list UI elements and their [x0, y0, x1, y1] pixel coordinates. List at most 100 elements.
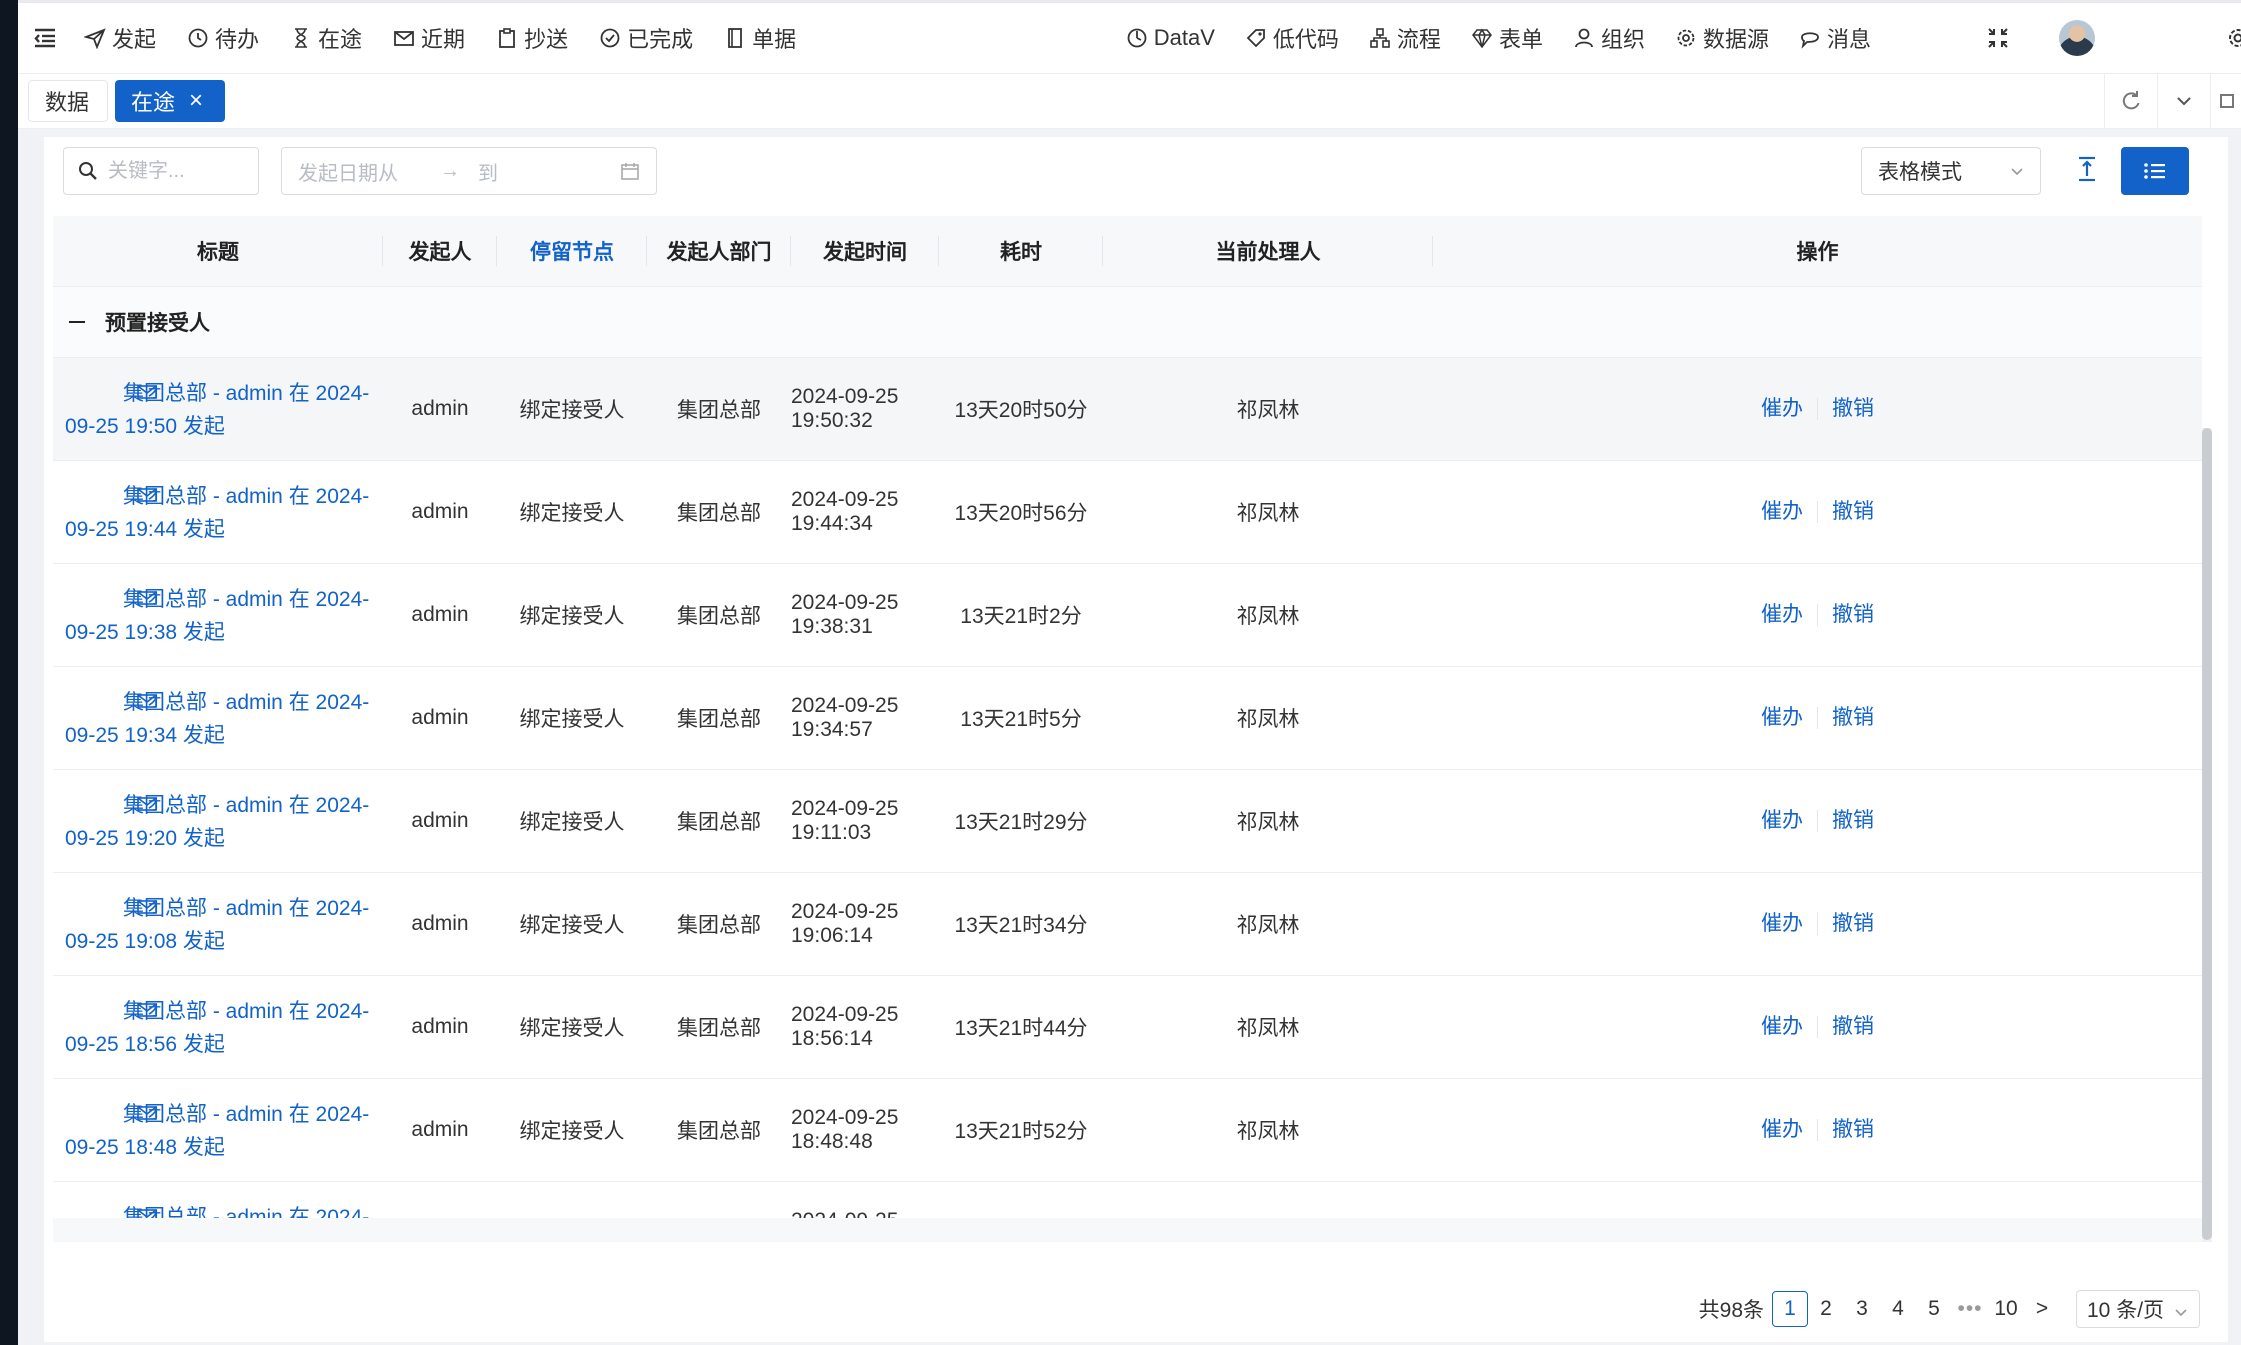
nav-item-dashboard[interactable]: DataV — [1126, 25, 1215, 51]
table-row[interactable]: 集团总部 - admin 在 2024-09-25 19:20 发起 admin 绑… — [53, 770, 2202, 873]
title-link[interactable]: 集团总部 - admin 在 2024-09-25 19:44 发起 — [65, 479, 371, 546]
nav-item-mail[interactable]: 近期 — [393, 22, 465, 54]
title-link[interactable]: 集团总部 - admin 在 2024-09-25 19:08 发起 — [65, 891, 371, 958]
view-mode-select[interactable]: 表格模式 — [1861, 147, 2041, 195]
nav-item-flow[interactable]: 流程 — [1369, 22, 1441, 54]
table-row[interactable]: 集团总部 - admin 在 2024-09-25 19:50 发起 admin 绑… — [53, 358, 2202, 461]
revoke-button[interactable]: 撤销 — [1818, 501, 1888, 523]
header-col-initiator[interactable]: 发起人 — [383, 216, 497, 286]
header-col-handler[interactable]: 当前处理人 — [1103, 216, 1433, 286]
tab-in-transit[interactable]: 在途 × — [115, 80, 225, 122]
page-button[interactable]: 2 — [1808, 1291, 1844, 1327]
refresh-icon[interactable] — [2104, 74, 2157, 128]
page-size-select[interactable]: 10 条/页 — [2076, 1290, 2200, 1328]
header-col-node[interactable]: 停留节点 — [497, 216, 647, 286]
table-row[interactable]: 集团总部 - admin 在 2024-09-25 18:56 发起 admin 绑… — [53, 976, 2202, 1079]
page-button[interactable]: 5 — [1916, 1291, 1952, 1327]
hourglass-icon — [290, 27, 318, 49]
revoke-button[interactable]: 撤销 — [1818, 707, 1888, 729]
nav-item-clock[interactable]: 待办 — [187, 22, 259, 54]
header-col-time[interactable]: 发起时间 — [791, 216, 939, 286]
title-link[interactable]: 集团总部 - admin 在 2024-09-25 19:34 发起 — [65, 685, 371, 752]
table-row[interactable]: 集团总部 - admin 在 2024-09-25 19:34 发起 admin 绑… — [53, 667, 2202, 770]
next-page-icon[interactable]: > — [2024, 1291, 2060, 1327]
cell-time: 2024-09-25 19:06:14 — [791, 900, 899, 947]
nav-item-user[interactable]: 组织 — [1573, 22, 1645, 54]
chevron-down-icon[interactable] — [2157, 74, 2210, 128]
settings-gear-icon[interactable] — [2225, 25, 2241, 51]
page-button[interactable]: 1 — [1772, 1291, 1808, 1327]
collapse-minus-icon[interactable] — [69, 321, 85, 323]
urge-button[interactable]: 催办 — [1747, 501, 1818, 523]
page-button[interactable]: 4 — [1880, 1291, 1916, 1327]
nav-item-gear[interactable]: 数据源 — [1675, 22, 1769, 54]
urge-button[interactable]: 催办 — [1747, 810, 1818, 832]
revoke-button[interactable]: 撤销 — [1818, 604, 1888, 626]
nav-item-label: 近期 — [421, 27, 466, 52]
page-size-value: 10 条/页 — [2087, 1299, 2165, 1322]
list-view-button[interactable] — [2121, 147, 2189, 195]
table-row[interactable]: 集团总部 - admin 在 2024-09-25 19:44 发起 admin 绑… — [53, 461, 2202, 564]
revoke-button[interactable]: 撤销 — [1818, 1016, 1888, 1038]
nav-item-hourglass[interactable]: 在途 — [290, 22, 362, 54]
fullscreen-icon[interactable] — [1985, 25, 2011, 51]
nav-item-book[interactable]: 单据 — [724, 22, 796, 54]
tab-data[interactable]: 数据 — [28, 80, 108, 122]
cell-handler: 祁凤林 — [1236, 708, 1300, 731]
urge-button[interactable]: 催办 — [1747, 1119, 1818, 1141]
urge-button[interactable]: 催办 — [1747, 398, 1818, 420]
tab-menu-icon[interactable] — [2210, 74, 2241, 128]
horizontal-scrollbar[interactable] — [53, 1218, 2202, 1242]
user-avatar[interactable] — [2059, 20, 2095, 56]
header-col-dept[interactable]: 发起人部门 — [647, 216, 791, 286]
table-row[interactable]: 集团总部 - admin 在 2024-09-25 19:08 发起 admin 绑… — [53, 873, 2202, 976]
cell-duration: 13天21时29分 — [954, 811, 1088, 834]
table-row[interactable]: 集团总部 - admin 在 2024-09-25 18:48 发起 admin 绑… — [53, 1079, 2202, 1182]
nav-item-check-circle[interactable]: 已完成 — [599, 22, 693, 54]
keyword-search-box[interactable] — [63, 147, 259, 195]
urge-button[interactable]: 催办 — [1747, 1016, 1818, 1038]
close-icon[interactable]: × — [189, 89, 203, 113]
main-nav: 发起 待办 在途 近期 抄送 已完成 单据 — [84, 3, 827, 73]
header-col-duration[interactable]: 耗时 — [939, 216, 1103, 286]
table-row[interactable]: 集团总部 - admin 在 2024-09-25 19:38 发起 admin 绑… — [53, 564, 2202, 667]
nav-item-chat[interactable]: 消息 — [1799, 22, 1871, 54]
scrollbar-thumb[interactable] — [2202, 428, 2212, 1240]
urge-button[interactable]: 催办 — [1747, 707, 1818, 729]
keyword-input[interactable] — [106, 158, 250, 184]
nav-item-label: 低代码 — [1272, 27, 1339, 52]
cell-dept: 集团总部 — [677, 914, 761, 937]
revoke-button[interactable]: 撤销 — [1818, 913, 1888, 935]
content-panel: 发起日期从 → 到 表格模式 标题 发起人 停留节点 发起人部门 发起时间 耗时 当前处理人… — [44, 137, 2228, 1342]
page-ellipsis[interactable]: ••• — [1952, 1291, 1988, 1327]
revoke-button[interactable]: 撤销 — [1818, 398, 1888, 420]
date-range-picker[interactable]: 发起日期从 → 到 — [281, 147, 657, 195]
header-col-actions[interactable]: 操作 — [1433, 216, 2202, 286]
nav-item-clipboard[interactable]: 抄送 — [496, 22, 568, 54]
title-text: 集团总部 - admin 在 2024-09-25 19:44 发起 — [65, 484, 370, 541]
revoke-button[interactable]: 撤销 — [1818, 1119, 1888, 1141]
title-link[interactable]: 集团总部 - admin 在 2024-09-25 19:20 发起 — [65, 788, 371, 855]
urge-button[interactable]: 催办 — [1747, 913, 1818, 935]
urge-button[interactable]: 催办 — [1747, 604, 1818, 626]
row-height-icon[interactable] — [2069, 151, 2105, 187]
header-col-title[interactable]: 标题 — [53, 216, 383, 286]
revoke-button[interactable]: 撤销 — [1818, 810, 1888, 832]
title-link[interactable]: 集团总部 - admin 在 2024-09-25 18:56 发起 — [65, 994, 371, 1061]
nav-item-tag[interactable]: 低代码 — [1245, 22, 1339, 54]
nav-item-send[interactable]: 发起 — [84, 22, 156, 54]
cell-dept: 集团总部 — [677, 1120, 761, 1143]
cell-time: 2024-09-25 18:48:48 — [791, 1106, 899, 1153]
mail-icon — [101, 788, 157, 811]
cell-dept: 集团总部 — [677, 399, 761, 422]
menu-toggle-icon[interactable] — [32, 25, 58, 51]
title-link[interactable]: 集团总部 - admin 在 2024-09-25 19:50 发起 — [65, 376, 371, 443]
page-button[interactable]: 3 — [1844, 1291, 1880, 1327]
nav-item-diamond[interactable]: 表单 — [1471, 22, 1543, 54]
title-link[interactable]: 集团总部 - admin 在 2024-09-25 18:48 发起 — [65, 1097, 371, 1164]
page-button[interactable]: 10 — [1988, 1291, 2024, 1327]
vertical-scrollbar[interactable] — [2202, 428, 2212, 1242]
title-link[interactable]: 集团总部 - admin 在 2024-09-25 19:38 发起 — [65, 582, 371, 649]
cell-time: 2024-09-25 19:44:34 — [791, 488, 899, 535]
view-mode-value: 表格模式 — [1878, 161, 1962, 184]
